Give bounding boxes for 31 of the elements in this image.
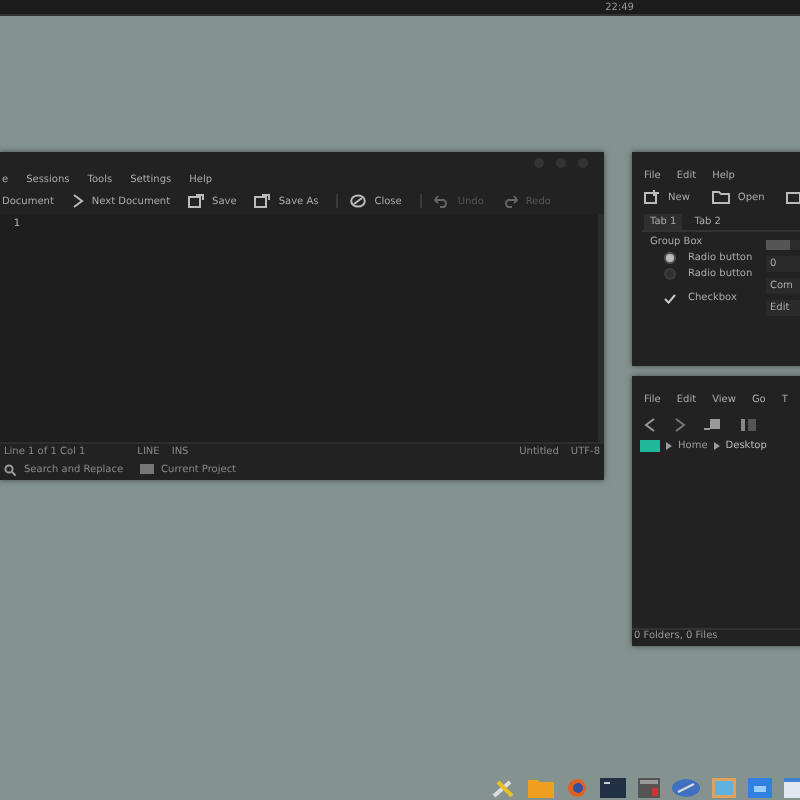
caret-right-icon <box>713 442 720 450</box>
tools-icon[interactable] <box>492 778 516 798</box>
save-icon[interactable] <box>786 190 800 204</box>
undo-icon <box>433 194 450 208</box>
slider-fill[interactable] <box>766 240 790 250</box>
icon-view-icon[interactable] <box>704 417 722 431</box>
folder-icon[interactable] <box>748 778 772 798</box>
chevron-right-icon <box>71 194 84 208</box>
radio-button[interactable] <box>664 268 676 280</box>
save-icon <box>254 194 271 208</box>
caret-right-icon <box>666 442 672 450</box>
window-icon[interactable] <box>784 778 800 798</box>
terminal-icon[interactable] <box>600 778 626 798</box>
checkbox[interactable] <box>664 293 676 303</box>
forward-icon[interactable] <box>674 417 686 431</box>
disk-icon[interactable] <box>672 778 700 798</box>
columns-view-icon[interactable] <box>740 417 758 431</box>
search-icon <box>4 463 16 475</box>
calculator-icon[interactable] <box>638 778 660 798</box>
path-toggle-button[interactable] <box>640 440 660 452</box>
radio-button[interactable] <box>664 252 676 264</box>
new-document-icon <box>644 190 660 204</box>
list-icon <box>139 464 154 474</box>
redo-icon <box>501 194 518 208</box>
folder-icon[interactable] <box>528 778 554 798</box>
save-icon <box>188 194 205 208</box>
close-icon <box>350 194 367 208</box>
folder-icon <box>711 190 730 204</box>
globe-icon[interactable] <box>566 778 588 798</box>
back-icon[interactable] <box>644 417 656 431</box>
scrollbar[interactable] <box>598 214 604 442</box>
